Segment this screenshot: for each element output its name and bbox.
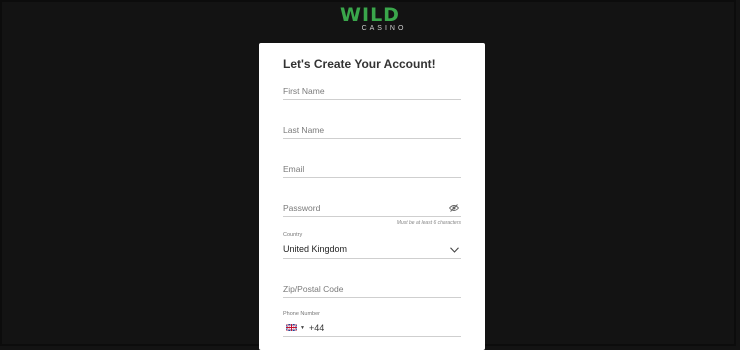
signup-card: Let's Create Your Account! First Name La… [259, 43, 485, 350]
brand-subtitle: CASINO [361, 25, 407, 32]
password-hint: Must be at least 6 characters [396, 220, 461, 226]
country-label: Country [283, 232, 303, 238]
brand-name: WILD [340, 4, 400, 26]
phone-country-code: +44 [309, 323, 325, 333]
password-field[interactable]: Password [283, 198, 461, 217]
country-code-caret-icon[interactable]: ▼ [300, 325, 305, 331]
chevron-down-icon [450, 247, 459, 253]
first-name-field[interactable]: First Name [283, 81, 461, 100]
brand-logo[interactable]: WILD CASINO [0, 4, 740, 33]
phone-label: Phone Number [283, 311, 320, 317]
form-title: Let's Create Your Account! [283, 57, 436, 71]
password-placeholder: Password [283, 203, 321, 213]
zip-field[interactable]: Zip/Postal Code [283, 279, 461, 298]
country-select[interactable]: United Kingdom [283, 240, 461, 259]
first-name-placeholder: First Name [283, 86, 325, 96]
last-name-placeholder: Last Name [283, 125, 325, 135]
email-placeholder: Email [283, 164, 305, 174]
email-field[interactable]: Email [283, 159, 461, 178]
eye-icon[interactable] [449, 204, 459, 212]
zip-placeholder: Zip/Postal Code [283, 284, 344, 294]
country-value: United Kingdom [283, 244, 348, 254]
last-name-field[interactable]: Last Name [283, 120, 461, 139]
phone-field[interactable]: ▼ +44 [283, 318, 461, 337]
uk-flag-icon[interactable] [286, 324, 297, 331]
